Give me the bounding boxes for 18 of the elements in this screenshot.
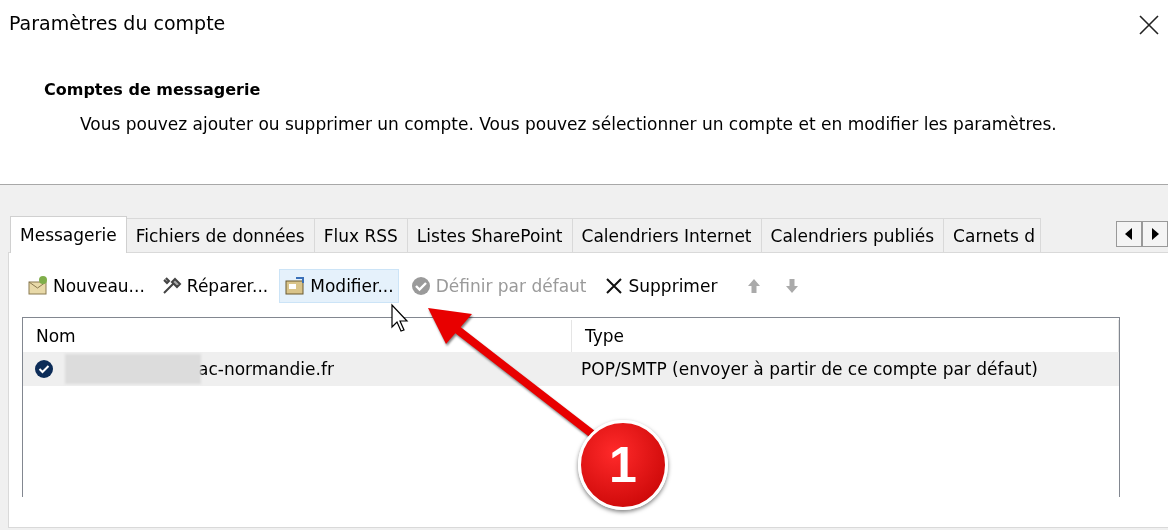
envelope-icon [27,275,49,297]
toolbar-button[interactable]: Supprimer [597,269,723,303]
window-title: Paramètres du compte [9,12,226,34]
section-description: Vous pouvez ajouter ou supprimer un compte. Vous pouvez sélectionner un compte et en modifier les paramètres. [80,114,1057,134]
tab[interactable]: Carnets d [943,218,1042,252]
section-title: Comptes de messagerie [44,80,261,99]
scroll-left-icon[interactable] [1116,221,1142,247]
account-row[interactable]: ac-normandie.fr POP/SMTP (envoyer à partir de ce compte par défaut) [23,352,1119,386]
account-type: POP/SMTP (envoyer à partir de ce compte par défaut) [580,359,1038,379]
cursor-icon [390,303,410,333]
close-icon[interactable] [1138,14,1160,36]
check-icon [409,275,432,297]
scroll-right-icon[interactable] [1142,221,1168,247]
toolbar-button[interactable]: Modifier... [279,269,399,303]
account-name: ac-normandie.fr [198,359,334,379]
tab[interactable]: Messagerie [10,216,127,253]
toolbar-button[interactable]: Réparer... [155,269,274,303]
toolbar-button[interactable]: Nouveau... [22,269,150,303]
